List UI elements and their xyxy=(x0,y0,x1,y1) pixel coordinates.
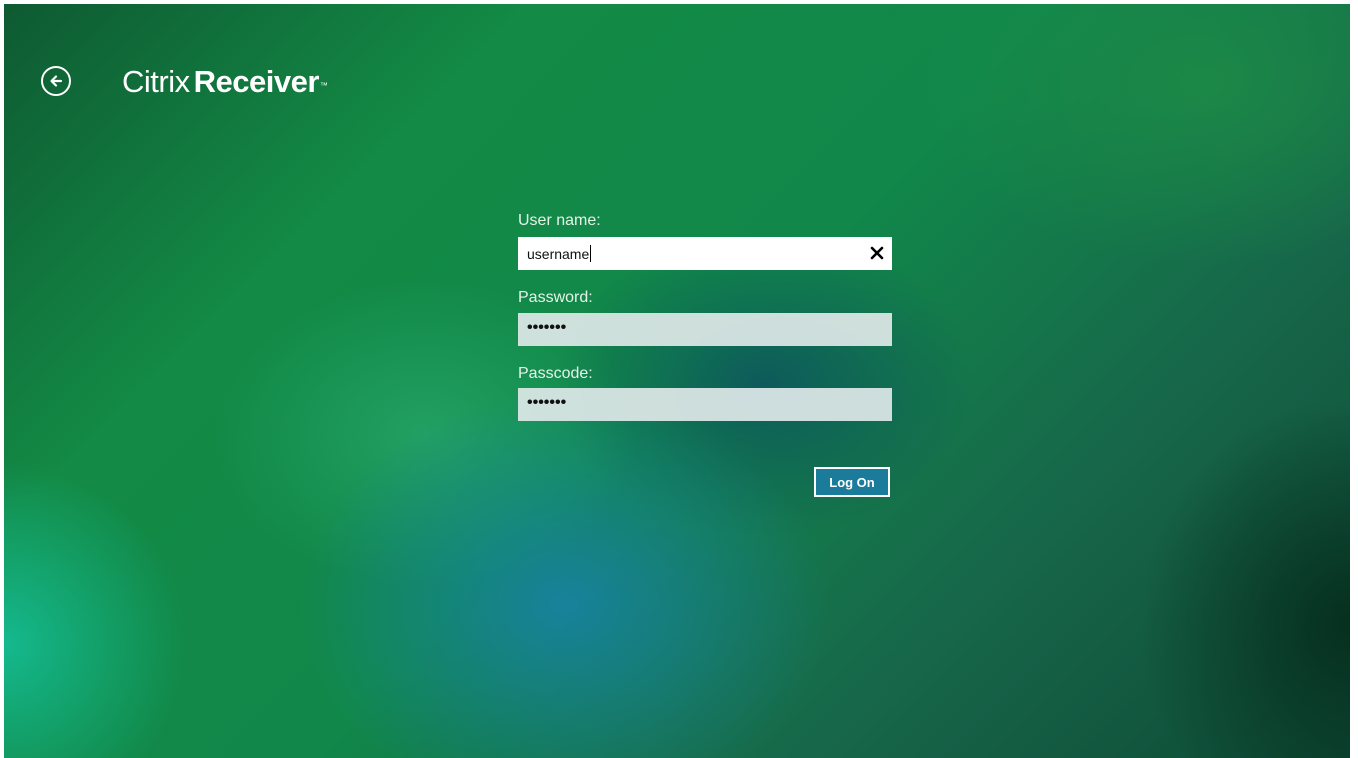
clear-username-button[interactable] xyxy=(868,244,886,262)
password-label: Password: xyxy=(518,289,593,306)
brand-name-light: Citrix xyxy=(122,64,190,99)
back-button[interactable] xyxy=(41,66,71,96)
password-masked-value: ••••••• xyxy=(527,319,567,336)
text-caret xyxy=(590,245,592,262)
login-screen: Citrix Receiver™ User name: username Pass… xyxy=(4,4,1350,758)
app-logo: Citrix Receiver™ xyxy=(122,64,328,100)
passcode-masked-value: ••••••• xyxy=(527,394,567,411)
username-value: username xyxy=(527,245,592,262)
password-field[interactable]: ••••••• xyxy=(518,313,892,346)
username-field[interactable]: username xyxy=(518,237,892,270)
log-on-button[interactable]: Log On xyxy=(814,467,890,497)
trademark-mark: ™ xyxy=(319,81,328,90)
brand-name-bold: Receiver xyxy=(193,64,320,99)
passcode-field[interactable]: ••••••• xyxy=(518,388,892,421)
close-icon xyxy=(870,246,884,260)
passcode-label: Passcode: xyxy=(518,365,593,382)
username-label: User name: xyxy=(518,212,601,229)
back-arrow-icon xyxy=(50,75,63,87)
